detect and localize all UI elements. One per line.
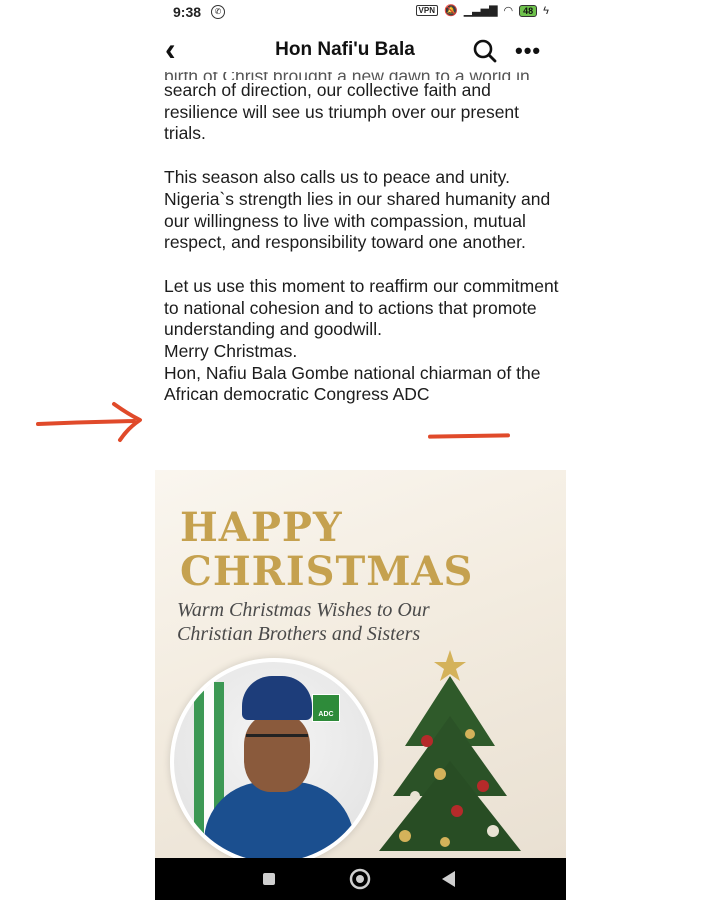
more-options-button[interactable]: •••	[515, 38, 541, 64]
status-time: 9:38	[173, 4, 202, 20]
circle-icon	[349, 868, 371, 890]
glasses	[246, 734, 308, 749]
battery-indicator: 48	[519, 4, 538, 17]
search-icon	[473, 39, 497, 63]
red-arrow-annotation	[36, 402, 142, 442]
wifi-icon: ◠	[503, 5, 514, 17]
nav-back-button[interactable]	[419, 858, 479, 900]
more-options-icon: •••	[515, 38, 542, 63]
system-navigation-bar	[155, 858, 566, 900]
post-body: birth of Christ brought a new dawn to a …	[164, 72, 564, 406]
card-subtitle-line-2: Christian Brothers and Sisters	[177, 623, 421, 645]
square-icon	[263, 873, 275, 885]
mute-icon: 🔕	[444, 5, 458, 17]
portrait-photo	[170, 658, 378, 858]
card-title: HAPPY CHRISTMAS	[180, 506, 473, 594]
post-paragraph-1: search of direction, our collective fait…	[164, 80, 520, 144]
signal-icon: ▁▃▅▇	[463, 5, 498, 17]
face	[244, 714, 310, 792]
christmas-greeting-image[interactable]: HAPPY CHRISTMAS Warm Christmas Wishes to…	[155, 470, 566, 858]
status-bar: 9:38 ✆ VPN 🔕 ▁▃▅▇ ◠ 48 ϟ	[155, 0, 565, 26]
cap	[242, 676, 312, 720]
card-subtitle-line-1: Warm Christmas Wishes to Our	[177, 599, 430, 621]
home-button[interactable]	[330, 858, 390, 900]
charging-icon: ϟ	[543, 4, 549, 17]
vpn-badge: VPN	[415, 5, 438, 16]
search-button[interactable]	[473, 39, 497, 63]
red-underline-annotation	[427, 433, 511, 439]
card-title-line-1: HAPPY	[180, 504, 343, 551]
post-signature: Hon, Nafiu Bala Gombe national chiarman …	[164, 362, 541, 405]
triangle-back-icon	[442, 871, 455, 887]
clipped-text-line: birth of Christ brought a new dawn to a …	[164, 72, 564, 80]
christmas-tree-icon	[379, 650, 521, 851]
recent-apps-button[interactable]	[239, 858, 299, 900]
card-title-line-2: CHRISTMAS	[180, 548, 474, 595]
whatsapp-icon: ✆	[211, 5, 225, 19]
adc-party-logo: ADC	[312, 694, 340, 722]
status-icons: VPN 🔕 ▁▃▅▇ ◠ 48 ϟ	[415, 4, 549, 17]
app-header: ‹ Hon Nafi'u Bala •••	[155, 26, 565, 76]
post-paragraph-2: This season also calls us to peace and u…	[164, 167, 551, 253]
robe	[204, 782, 354, 858]
card-subtitle: Warm Christmas Wishes to Our Christian B…	[177, 598, 430, 646]
post-paragraph-3: Let us use this moment to reaffirm our c…	[164, 275, 559, 340]
post-greeting: Merry Christmas.	[164, 341, 298, 362]
